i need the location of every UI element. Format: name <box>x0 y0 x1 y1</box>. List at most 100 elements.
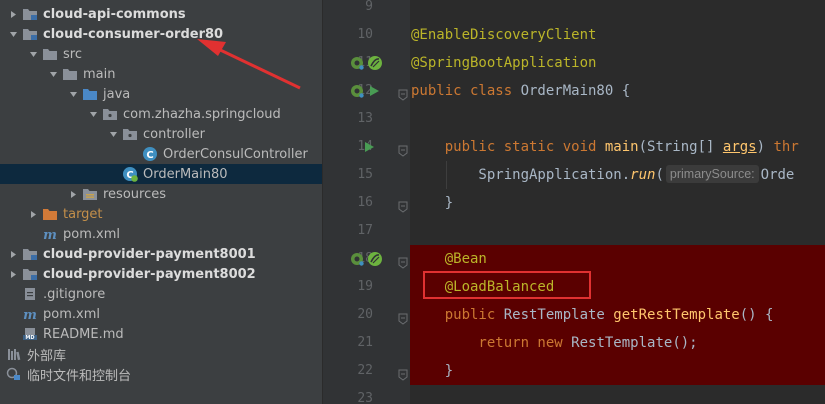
svg-text:MD: MD <box>25 335 34 341</box>
chevron-right-icon[interactable] <box>28 209 38 219</box>
line-number: 21 <box>357 335 373 350</box>
gutter-icons[interactable] <box>350 245 386 273</box>
run-icon[interactable] <box>362 140 376 154</box>
tree-item-label: cloud-provider-payment8001 <box>43 246 256 262</box>
chevron-right-icon[interactable] <box>8 269 18 279</box>
chevron-right-icon[interactable] <box>68 189 78 199</box>
source-folder-icon <box>82 86 98 102</box>
code-line[interactable] <box>410 0 825 21</box>
tree-item[interactable]: cloud-consumer-order80 <box>0 24 322 44</box>
tree-item-label: README.md <box>43 326 124 342</box>
code-token: run <box>630 167 656 183</box>
chevron-down-icon[interactable] <box>48 69 58 79</box>
chevron-down-icon[interactable] <box>68 89 78 99</box>
tree-item[interactable]: resources <box>0 184 322 204</box>
folder-icon <box>62 66 78 82</box>
chevron-down-icon[interactable] <box>8 29 18 39</box>
fold-marker-icon[interactable] <box>398 366 408 381</box>
parameter-hint: primarySource: <box>665 165 759 183</box>
tree-item[interactable]: m pom.xml <box>0 224 322 244</box>
code-token: public class <box>411 83 521 99</box>
fold-marker-icon[interactable] <box>398 254 408 269</box>
code-token: OrderMain80 <box>520 83 622 99</box>
code-line[interactable]: SpringApplication.run(primarySource: Orde <box>410 161 825 189</box>
tree-item-label: controller <box>143 126 206 142</box>
markdown-icon: MD <box>22 326 38 342</box>
tree-item[interactable]: src <box>0 44 322 64</box>
module-folder-icon <box>22 266 38 282</box>
code-line[interactable]: public class OrderMain80 { <box>410 77 825 105</box>
chevron-right-icon[interactable] <box>8 249 18 259</box>
indent-guide <box>446 161 447 189</box>
tree-item[interactable]: MD README.md <box>0 324 322 344</box>
code-line[interactable]: @Bean <box>410 245 825 273</box>
code-token: () { <box>739 307 774 323</box>
chevron-down-icon[interactable] <box>108 129 118 139</box>
code-line[interactable]: return new RestTemplate(); <box>410 329 825 357</box>
ignore-file-icon <box>22 286 38 302</box>
tree-item-label: .gitignore <box>43 286 106 302</box>
tree-item-label: OrderConsulController <box>163 146 308 162</box>
tree-item[interactable]: cloud-provider-payment8001 <box>0 244 322 264</box>
module-folder-icon <box>22 6 38 22</box>
package-icon <box>122 126 138 142</box>
highlight-box-loadbalanced <box>423 271 591 299</box>
tree-item[interactable]: controller <box>0 124 322 144</box>
svg-text:m: m <box>23 308 37 322</box>
line-number: 20 <box>357 307 373 322</box>
fold-marker-icon[interactable] <box>398 86 408 101</box>
chevron-down-icon[interactable] <box>88 109 98 119</box>
tree-item[interactable]: .gitignore <box>0 284 322 304</box>
tree-item[interactable]: main <box>0 64 322 84</box>
tree-item[interactable]: m pom.xml <box>0 304 322 324</box>
code-token: } <box>411 363 454 379</box>
run-spring-icon[interactable] <box>367 251 383 267</box>
tree-item-label: com.zhazha.springcloud <box>123 106 281 122</box>
code-line[interactable]: } <box>410 189 825 217</box>
spring-bean-icon[interactable] <box>350 252 364 266</box>
gutter-icons[interactable] <box>350 77 384 105</box>
code-token: args <box>722 139 757 155</box>
code-line[interactable] <box>410 217 825 245</box>
line-number: 22 <box>357 363 373 378</box>
code-line[interactable] <box>410 385 825 404</box>
chevron-down-icon[interactable] <box>28 49 38 59</box>
chevron-right-icon[interactable] <box>8 9 18 19</box>
fold-marker-icon[interactable] <box>398 142 408 157</box>
code-line[interactable]: public RestTemplate getRestTemplate() { <box>410 301 825 329</box>
code-line[interactable]: } <box>410 357 825 385</box>
line-number: 19 <box>357 279 373 294</box>
class-icon: C <box>142 146 158 162</box>
tree-item[interactable]: com.zhazha.springcloud <box>0 104 322 124</box>
tree-item[interactable]: target <box>0 204 322 224</box>
tree-item[interactable]: cloud-api-commons <box>0 4 322 24</box>
tree-item[interactable]: C OrderConsulController <box>0 144 322 164</box>
run-spring-icon[interactable] <box>367 55 383 71</box>
tree-item[interactable]: cloud-provider-payment8002 <box>0 264 322 284</box>
code-line[interactable]: public static void main(String[] args) t… <box>410 133 825 161</box>
run-icon[interactable] <box>367 84 381 98</box>
tree-item[interactable]: java <box>0 84 322 104</box>
tree-item[interactable]: C OrderMain80 <box>0 164 322 184</box>
code-line[interactable]: @EnableDiscoveryClient <box>410 21 825 49</box>
code-line[interactable]: @SpringBootApplication <box>410 49 825 77</box>
spring-bean-icon[interactable] <box>350 56 364 70</box>
spring-bean-icon[interactable] <box>350 84 364 98</box>
gutter-icons[interactable] <box>350 49 386 77</box>
tree-item-label: resources <box>103 186 167 202</box>
code-token: ) <box>756 139 774 155</box>
line-number: 9 <box>365 0 373 14</box>
gutter-icons[interactable] <box>362 133 379 161</box>
tree-item[interactable]: 临时文件和控制台 <box>0 364 322 384</box>
code-token: } <box>411 195 454 211</box>
code-token: @Bean <box>411 251 487 267</box>
code-token: (String[] <box>638 139 723 155</box>
maven-icon: m <box>22 306 38 322</box>
tree-item[interactable]: 外部库 <box>0 344 322 364</box>
code-token: public static void <box>411 139 605 155</box>
code-line[interactable] <box>410 105 825 133</box>
fold-marker-icon[interactable] <box>398 310 408 325</box>
folder-icon <box>42 46 58 62</box>
fold-marker-icon[interactable] <box>398 198 408 213</box>
project-tree: cloud-api-commons cloud-consumer-order80 s… <box>0 0 322 404</box>
